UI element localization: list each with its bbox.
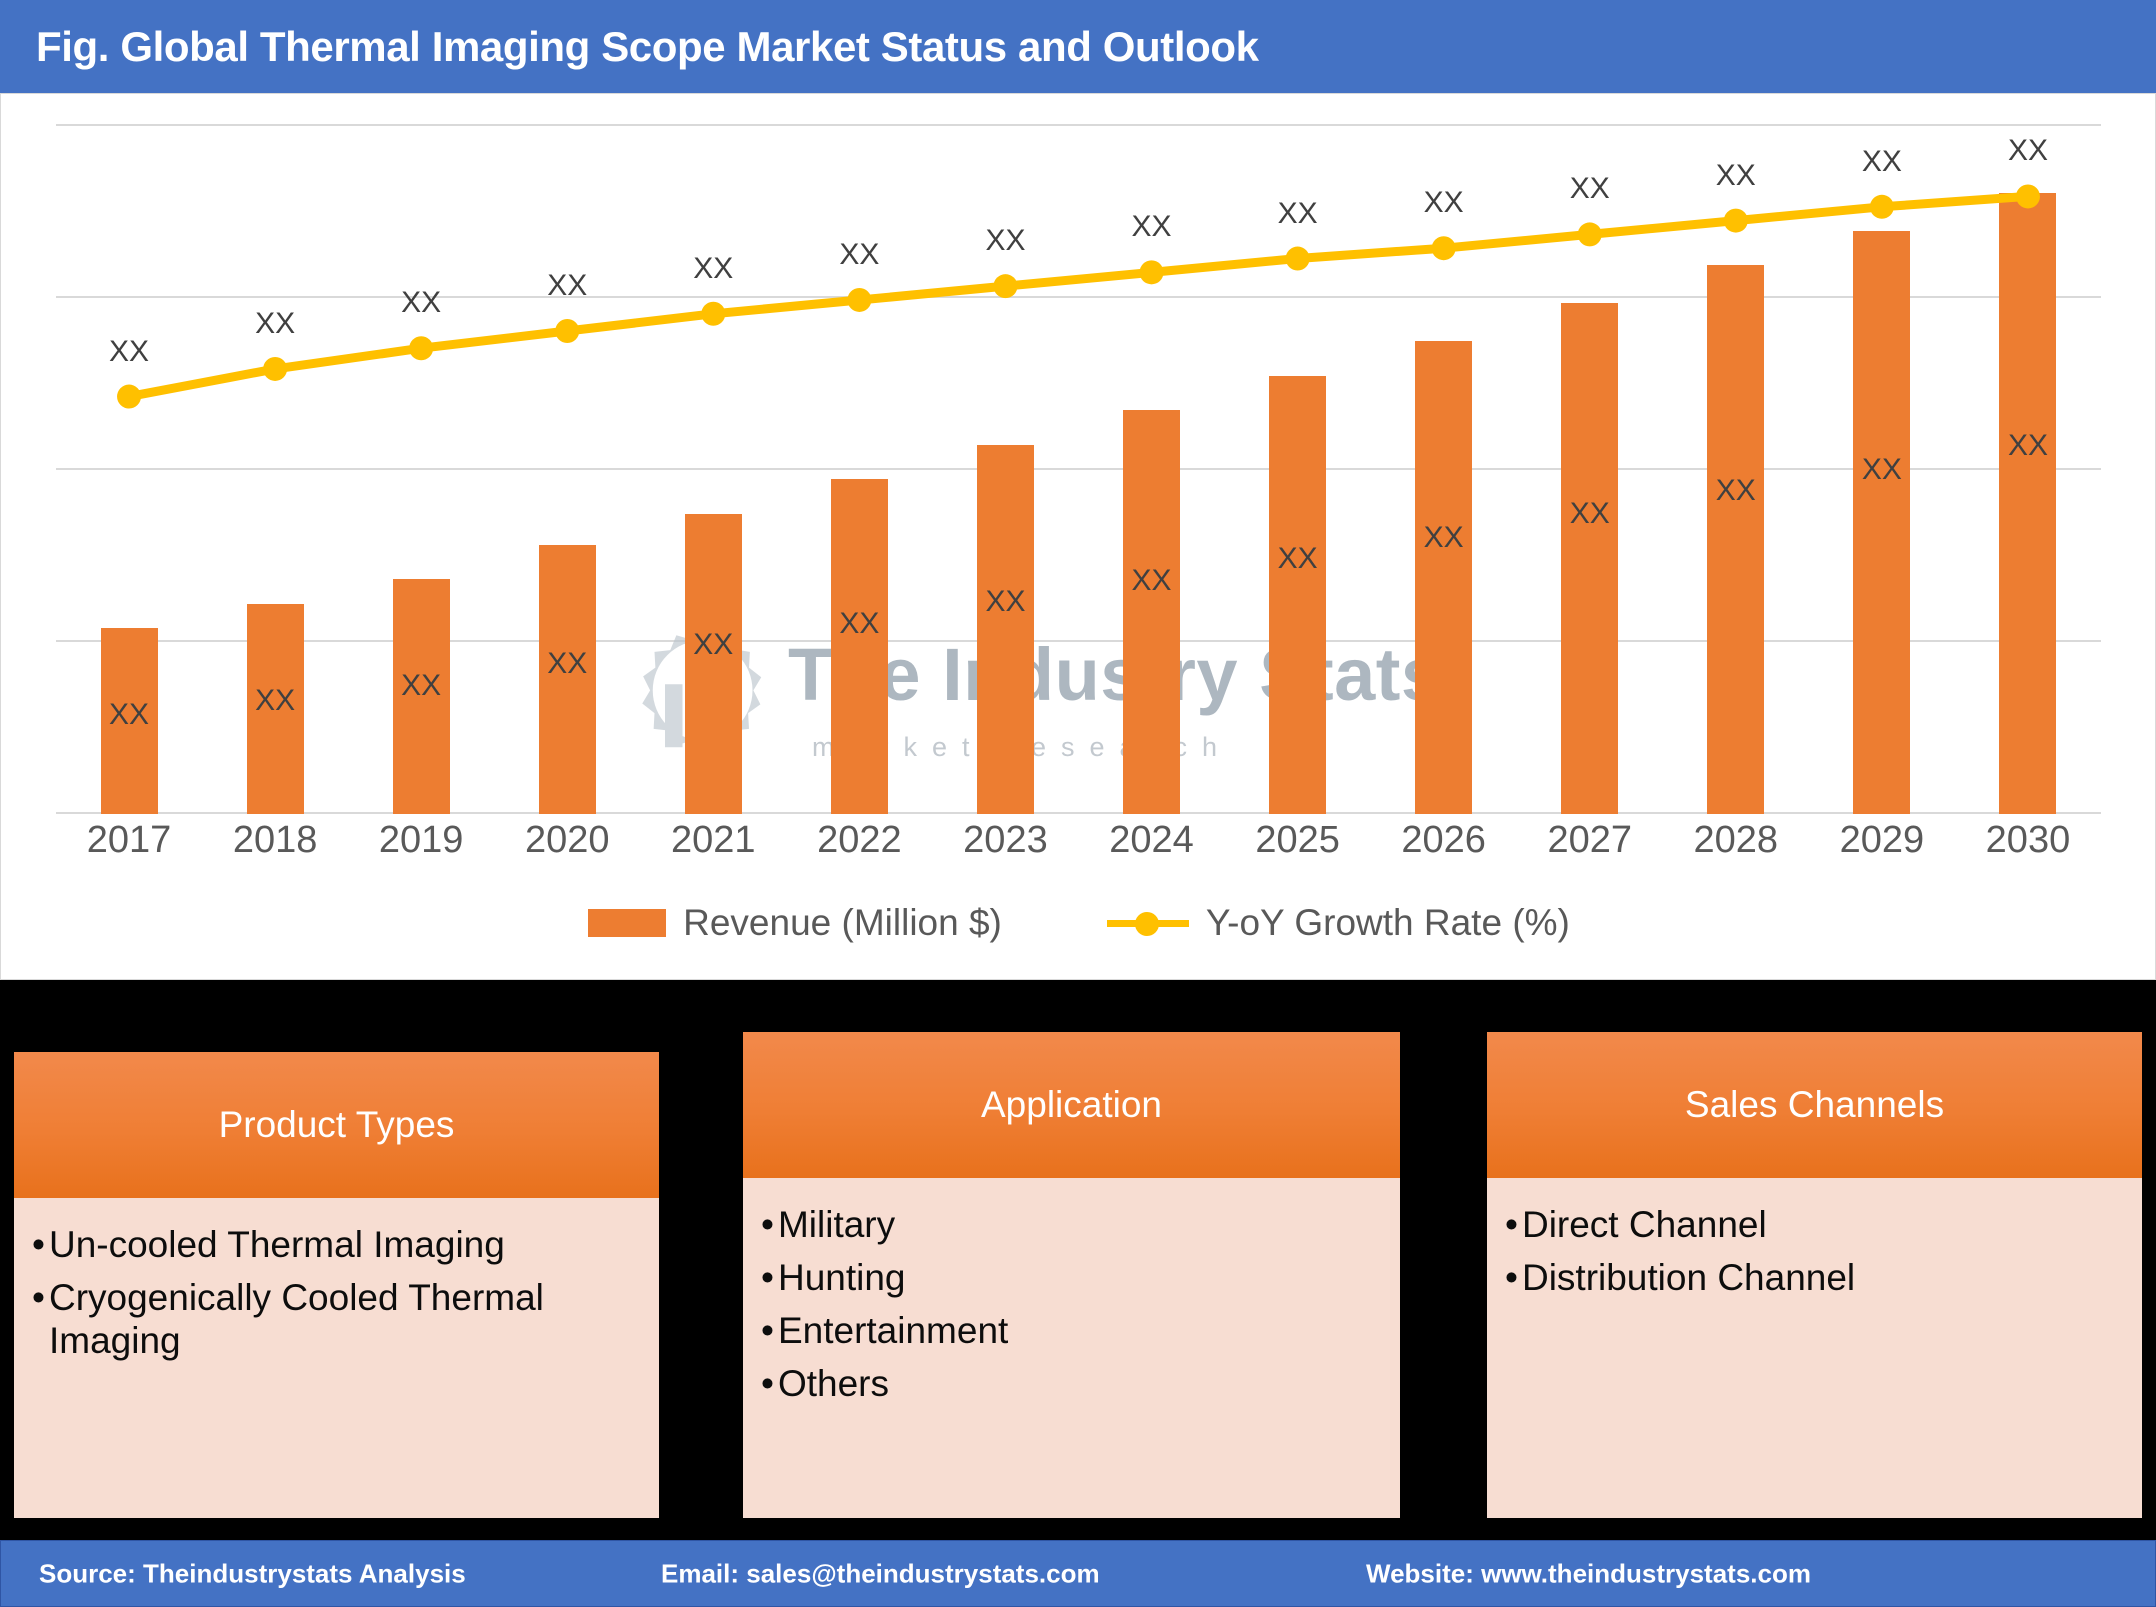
list-item: • Cryogenically Cooled Thermal Imaging [32, 1277, 641, 1363]
footer-source: Source: Theindustrystats Analysis [39, 1558, 466, 1588]
chart-legend: Revenue (Million $) Y-oY Growth Rate (%) [1, 902, 2156, 944]
x-axis-tick-label: 2029 [1839, 819, 1925, 861]
line-marker [263, 356, 288, 381]
x-axis-tick-label: 2019 [378, 819, 464, 861]
x-axis-tick-label: 2027 [1547, 819, 1632, 861]
line-value-label: XX [693, 251, 734, 285]
legend-item-growth[interactable]: Y-oY Growth Rate (%) [1106, 902, 1570, 944]
line-value-label: XX [401, 286, 442, 320]
list-item-label: Un-cooled Thermal Imaging [48, 1224, 505, 1265]
x-axis-tick-label: 2025 [1255, 819, 1340, 861]
list-item-label: Direct Channel [1521, 1204, 1767, 1245]
list-item: • Hunting [761, 1257, 1382, 1300]
x-axis-tick-label: 2020 [524, 819, 610, 861]
panel-header: Sales Channels [1487, 1032, 2142, 1178]
footer-email[interactable]: Email: sales@theindustrystats.com [661, 1558, 1100, 1589]
bullet-icon: • [761, 1256, 774, 1298]
line-marker [847, 287, 872, 312]
panel-title: Sales Channels [1684, 1084, 1945, 1125]
legend-line-dot-icon [1106, 912, 1189, 936]
bullet-icon: • [761, 1204, 774, 1245]
bullet-icon: • [32, 1224, 45, 1265]
x-axis-tick-label: 2023 [963, 819, 1048, 861]
plot-area: The Industry Stats market research XX XX X… [56, 124, 2101, 814]
line-marker [1139, 260, 1164, 285]
bullet-icon: • [1505, 1256, 1518, 1298]
bullet-icon: • [32, 1276, 45, 1318]
list-item-label: Military [777, 1204, 896, 1245]
line-marker [1723, 208, 1748, 233]
chart-container: The Industry Stats market research XX XX X… [0, 93, 2156, 980]
list-item-label: Hunting [777, 1256, 906, 1298]
line-marker [993, 274, 1018, 299]
line-marker [2015, 184, 2040, 209]
list-item: • Un-cooled Thermal Imaging [32, 1224, 641, 1267]
list-item: • Military [761, 1204, 1382, 1247]
list-item-label: Distribution Channel [1521, 1256, 1856, 1298]
x-axis-tick-label: 2021 [671, 819, 756, 861]
line-marker [117, 384, 142, 409]
list-item: • Entertainment [761, 1310, 1382, 1353]
list-item-label: Entertainment [777, 1309, 1009, 1351]
x-axis-tick-label: 2024 [1109, 819, 1194, 861]
panel-title: Application [980, 1084, 1162, 1125]
line-value-label: XX [1423, 186, 1464, 220]
line-marker [1431, 236, 1456, 261]
list-item-label: Cryogenically Cooled Thermal Imaging [48, 1276, 544, 1361]
panel-body: • Direct Channel • Distribution Channel [1487, 1178, 2142, 1518]
bullet-icon: • [761, 1309, 774, 1351]
panel-header: Product Types [14, 1052, 659, 1198]
footer-bar: Source: Theindustrystats Analysis Email:… [0, 1540, 2156, 1607]
list-item-label: Others [777, 1362, 890, 1404]
line-marker [555, 319, 580, 343]
x-axis-tick-label: 2017 [86, 819, 172, 861]
legend-swatch-icon [588, 909, 667, 937]
x-axis-tick-label: 2018 [232, 819, 318, 861]
panel-title: Product Types [218, 1104, 455, 1145]
panel-body: • Military • Hunting • Entertainment • O… [743, 1178, 1400, 1518]
legend-item-revenue[interactable]: Revenue (Million $) [588, 902, 1002, 944]
line-value-label: XX [839, 237, 880, 271]
line-value-label: XX [1569, 172, 1610, 206]
line-marker [1285, 246, 1310, 271]
line-marker [701, 301, 726, 326]
x-axis-tick-label: 2022 [817, 819, 902, 861]
bullet-icon: • [1505, 1204, 1518, 1245]
x-axis: 2017 2018 2019 2020 2021 2022 2023 2024 2025 2026… [56, 819, 2101, 879]
list-item: • Distribution Channel [1505, 1257, 2124, 1300]
line-value-label: XX [255, 306, 296, 340]
line-value-label: XX [1277, 196, 1318, 230]
line-value-label: XX [2007, 134, 2048, 168]
footer-website[interactable]: Website: www.theindustrystats.com [1366, 1558, 1811, 1589]
line-marker [1869, 194, 1894, 219]
panel-header: Application [743, 1032, 1400, 1178]
bullet-icon: • [761, 1362, 774, 1404]
panel-product-types: Product Types • Un-cooled Thermal Imagin… [14, 1052, 659, 1518]
x-axis-tick-label: 2030 [1985, 819, 2071, 861]
title-banner: Fig. Global Thermal Imaging Scope Market… [0, 0, 2156, 93]
line-value-label: XX [985, 224, 1026, 258]
list-item: • Direct Channel [1505, 1204, 2124, 1247]
segmentation-panels: Product Types • Un-cooled Thermal Imagin… [0, 980, 2156, 1540]
line-value-label: XX [1715, 158, 1756, 192]
list-item: • Others [761, 1363, 1382, 1406]
legend-label: Revenue (Million $) [683, 902, 1002, 943]
panel-application: Application • Military • Hunting • Enter… [743, 1032, 1400, 1518]
line-value-label: XX [547, 269, 588, 302]
line-marker [1577, 222, 1602, 247]
line-value-label: XX [109, 334, 150, 368]
x-axis-tick-label: 2026 [1401, 819, 1486, 861]
line-marker [409, 336, 434, 361]
panel-body: • Un-cooled Thermal Imaging • Cryogenica… [14, 1198, 659, 1518]
line-value-label: XX [1861, 144, 1902, 178]
page-title: Fig. Global Thermal Imaging Scope Market… [36, 22, 1259, 70]
panel-sales-channels: Sales Channels • Direct Channel • Distri… [1487, 1032, 2142, 1518]
x-axis-tick-label: 2028 [1693, 819, 1779, 861]
legend-label: Y-oY Growth Rate (%) [1205, 902, 1570, 943]
line-value-label: XX [1131, 210, 1172, 244]
